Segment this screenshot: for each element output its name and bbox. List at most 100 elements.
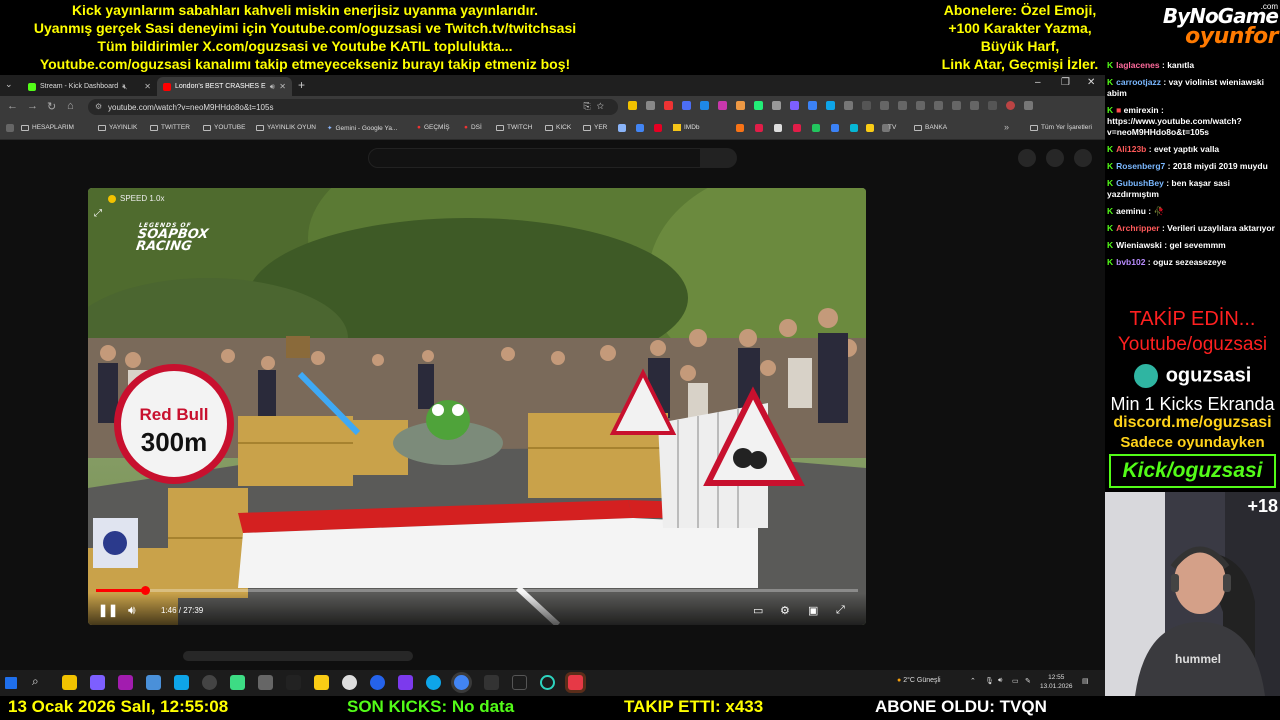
close-tab-icon[interactable]: ✕ (144, 82, 151, 91)
bookmark-icon[interactable] (812, 124, 820, 132)
theater-mode-icon[interactable]: ▣ (808, 604, 818, 617)
pinterest-icon[interactable] (654, 124, 662, 132)
bookmark-icon[interactable] (831, 124, 839, 132)
extension-icon[interactable] (772, 101, 781, 110)
app-icon[interactable] (370, 675, 385, 690)
pen-icon[interactable]: ✎ (1025, 677, 1031, 685)
home-icon[interactable]: ⌂ (67, 100, 74, 112)
bookmark-icon[interactable] (618, 124, 626, 132)
extension-icon[interactable] (754, 101, 763, 110)
subtitles-icon[interactable]: ▭ (753, 604, 763, 617)
extension-icon[interactable] (736, 101, 745, 110)
start-icon[interactable] (5, 677, 17, 689)
extension-icon[interactable] (808, 101, 817, 110)
puzzle-icon[interactable] (844, 101, 853, 110)
volume-icon[interactable]: 🔊︎ (128, 603, 136, 618)
menu-icon[interactable] (970, 101, 979, 110)
address-bar[interactable]: ⚙ youtube.com/watch?v=neoM9HHdo8o&t=105s… (88, 99, 618, 115)
search-icon[interactable]: ⌕ (32, 674, 47, 689)
settings-icon[interactable]: ⚙ (780, 604, 790, 617)
profile-avatar[interactable] (1006, 101, 1015, 110)
tab-search-icon[interactable]: ⌄ (5, 79, 13, 90)
bookmark-gecmis[interactable]: ● GEÇMİŞ (417, 124, 450, 131)
app-icon[interactable] (342, 675, 357, 690)
sidebar-icon[interactable] (934, 101, 943, 110)
extension-icon[interactable] (700, 101, 709, 110)
extension-icon[interactable] (826, 101, 835, 110)
bookmark-folder[interactable]: HESAPLARIM (21, 124, 74, 131)
edge-icon[interactable] (426, 675, 441, 690)
pause-button[interactable]: ❚❚ (98, 603, 118, 617)
app-icon[interactable] (90, 675, 105, 690)
bookmark-icon[interactable] (755, 124, 763, 132)
bookmark-icon[interactable] (774, 124, 782, 132)
bookmark-folder[interactable]: TWITCH (496, 124, 532, 131)
app-icon[interactable] (398, 675, 413, 690)
file-explorer-icon[interactable] (62, 675, 77, 690)
system-clock[interactable]: 12:55 13.01.2026 (1040, 673, 1073, 691)
tab-kick-dashboard[interactable]: Stream - Kick Dashboard 🔇︎ ✕ (22, 77, 157, 96)
new-tab-icon[interactable]: + (298, 78, 305, 92)
bookmark-folder[interactable]: YOUTUBE (203, 124, 245, 131)
extension-icon[interactable] (646, 101, 655, 110)
forward-icon[interactable]: → (27, 100, 38, 112)
back-icon[interactable]: ← (7, 100, 18, 112)
bookmark-imdb[interactable]: IMDb (673, 124, 700, 131)
youtube-search-input[interactable] (368, 148, 736, 168)
bookmark-folder[interactable]: YAYINLIK OYUN (256, 124, 316, 131)
camera-icon[interactable] (258, 675, 273, 690)
translate-icon[interactable] (988, 101, 997, 110)
extension-icon[interactable] (718, 101, 727, 110)
obs-icon[interactable] (568, 675, 583, 690)
bookmark-icon[interactable] (793, 124, 801, 132)
bookmark-star-icon[interactable] (862, 101, 871, 110)
app-icon[interactable] (202, 675, 217, 690)
extension-icon[interactable] (790, 101, 799, 110)
app-icon[interactable] (540, 675, 555, 690)
close-window-icon[interactable]: ✕ (1087, 77, 1095, 88)
app-icon[interactable] (286, 675, 301, 690)
reload-icon[interactable]: ↻ (47, 100, 56, 113)
volume-tray-icon[interactable]: 🔊︎ (998, 677, 1002, 685)
reading-list-icon[interactable] (952, 101, 961, 110)
delete-icon[interactable] (916, 101, 925, 110)
bookmark-folder[interactable]: TWITTER (150, 124, 190, 131)
fullscreen-icon[interactable]: ⤢ (836, 604, 845, 617)
more-bookmarks-icon[interactable]: » (1004, 122, 1009, 132)
apps-icon[interactable] (6, 124, 14, 132)
all-bookmarks[interactable]: Tüm Yer İşaretleri (1030, 124, 1092, 131)
youtube-search-button[interactable] (700, 148, 737, 168)
app-icon[interactable] (146, 675, 161, 690)
bookmark-folder[interactable]: KICK (545, 124, 571, 131)
site-info-icon[interactable]: ⚙ (95, 102, 102, 111)
progress-bar[interactable] (96, 586, 858, 595)
close-tab-icon[interactable]: ✕ (279, 82, 286, 91)
network-icon[interactable]: ▭ (1012, 677, 1019, 685)
download-icon[interactable] (898, 101, 907, 110)
more-options-icon[interactable] (1024, 101, 1033, 110)
app-icon[interactable] (512, 675, 527, 690)
bookmark-icon[interactable] (866, 124, 874, 132)
bookmark-dsi[interactable]: ● DSİ (464, 124, 482, 131)
tray-expand-icon[interactable]: ⌃ (970, 677, 976, 685)
create-icon[interactable] (1018, 149, 1036, 167)
extension-icon[interactable] (628, 101, 637, 110)
tab-youtube-video[interactable]: London's BEST CRASHES E 🔊︎ ✕ (157, 77, 292, 96)
address-bar-actions[interactable]: ⎘☆ (583, 101, 610, 112)
video-player[interactable]: SPEED 1.0x ⤢ LEGENDS OF SOAPBOX RACING R… (88, 188, 866, 625)
app-icon[interactable] (174, 675, 189, 690)
account-avatar[interactable] (1074, 149, 1092, 167)
extension-icon[interactable] (682, 101, 691, 110)
progress-knob[interactable] (140, 586, 150, 595)
bookmark-tv[interactable]: TV (888, 124, 896, 131)
app-icon[interactable] (484, 675, 499, 690)
notifications-icon[interactable] (1046, 149, 1064, 167)
mute-icon[interactable]: 🔇︎ (122, 82, 127, 92)
bookmark-icon[interactable] (736, 124, 744, 132)
bookmark-folder[interactable]: BANKA (914, 124, 947, 131)
bookmark-icon[interactable] (850, 124, 858, 132)
minimize-icon[interactable]: – (1035, 77, 1041, 88)
app-icon[interactable] (230, 675, 245, 690)
app-icon[interactable] (314, 675, 329, 690)
extension-icon[interactable] (664, 101, 673, 110)
